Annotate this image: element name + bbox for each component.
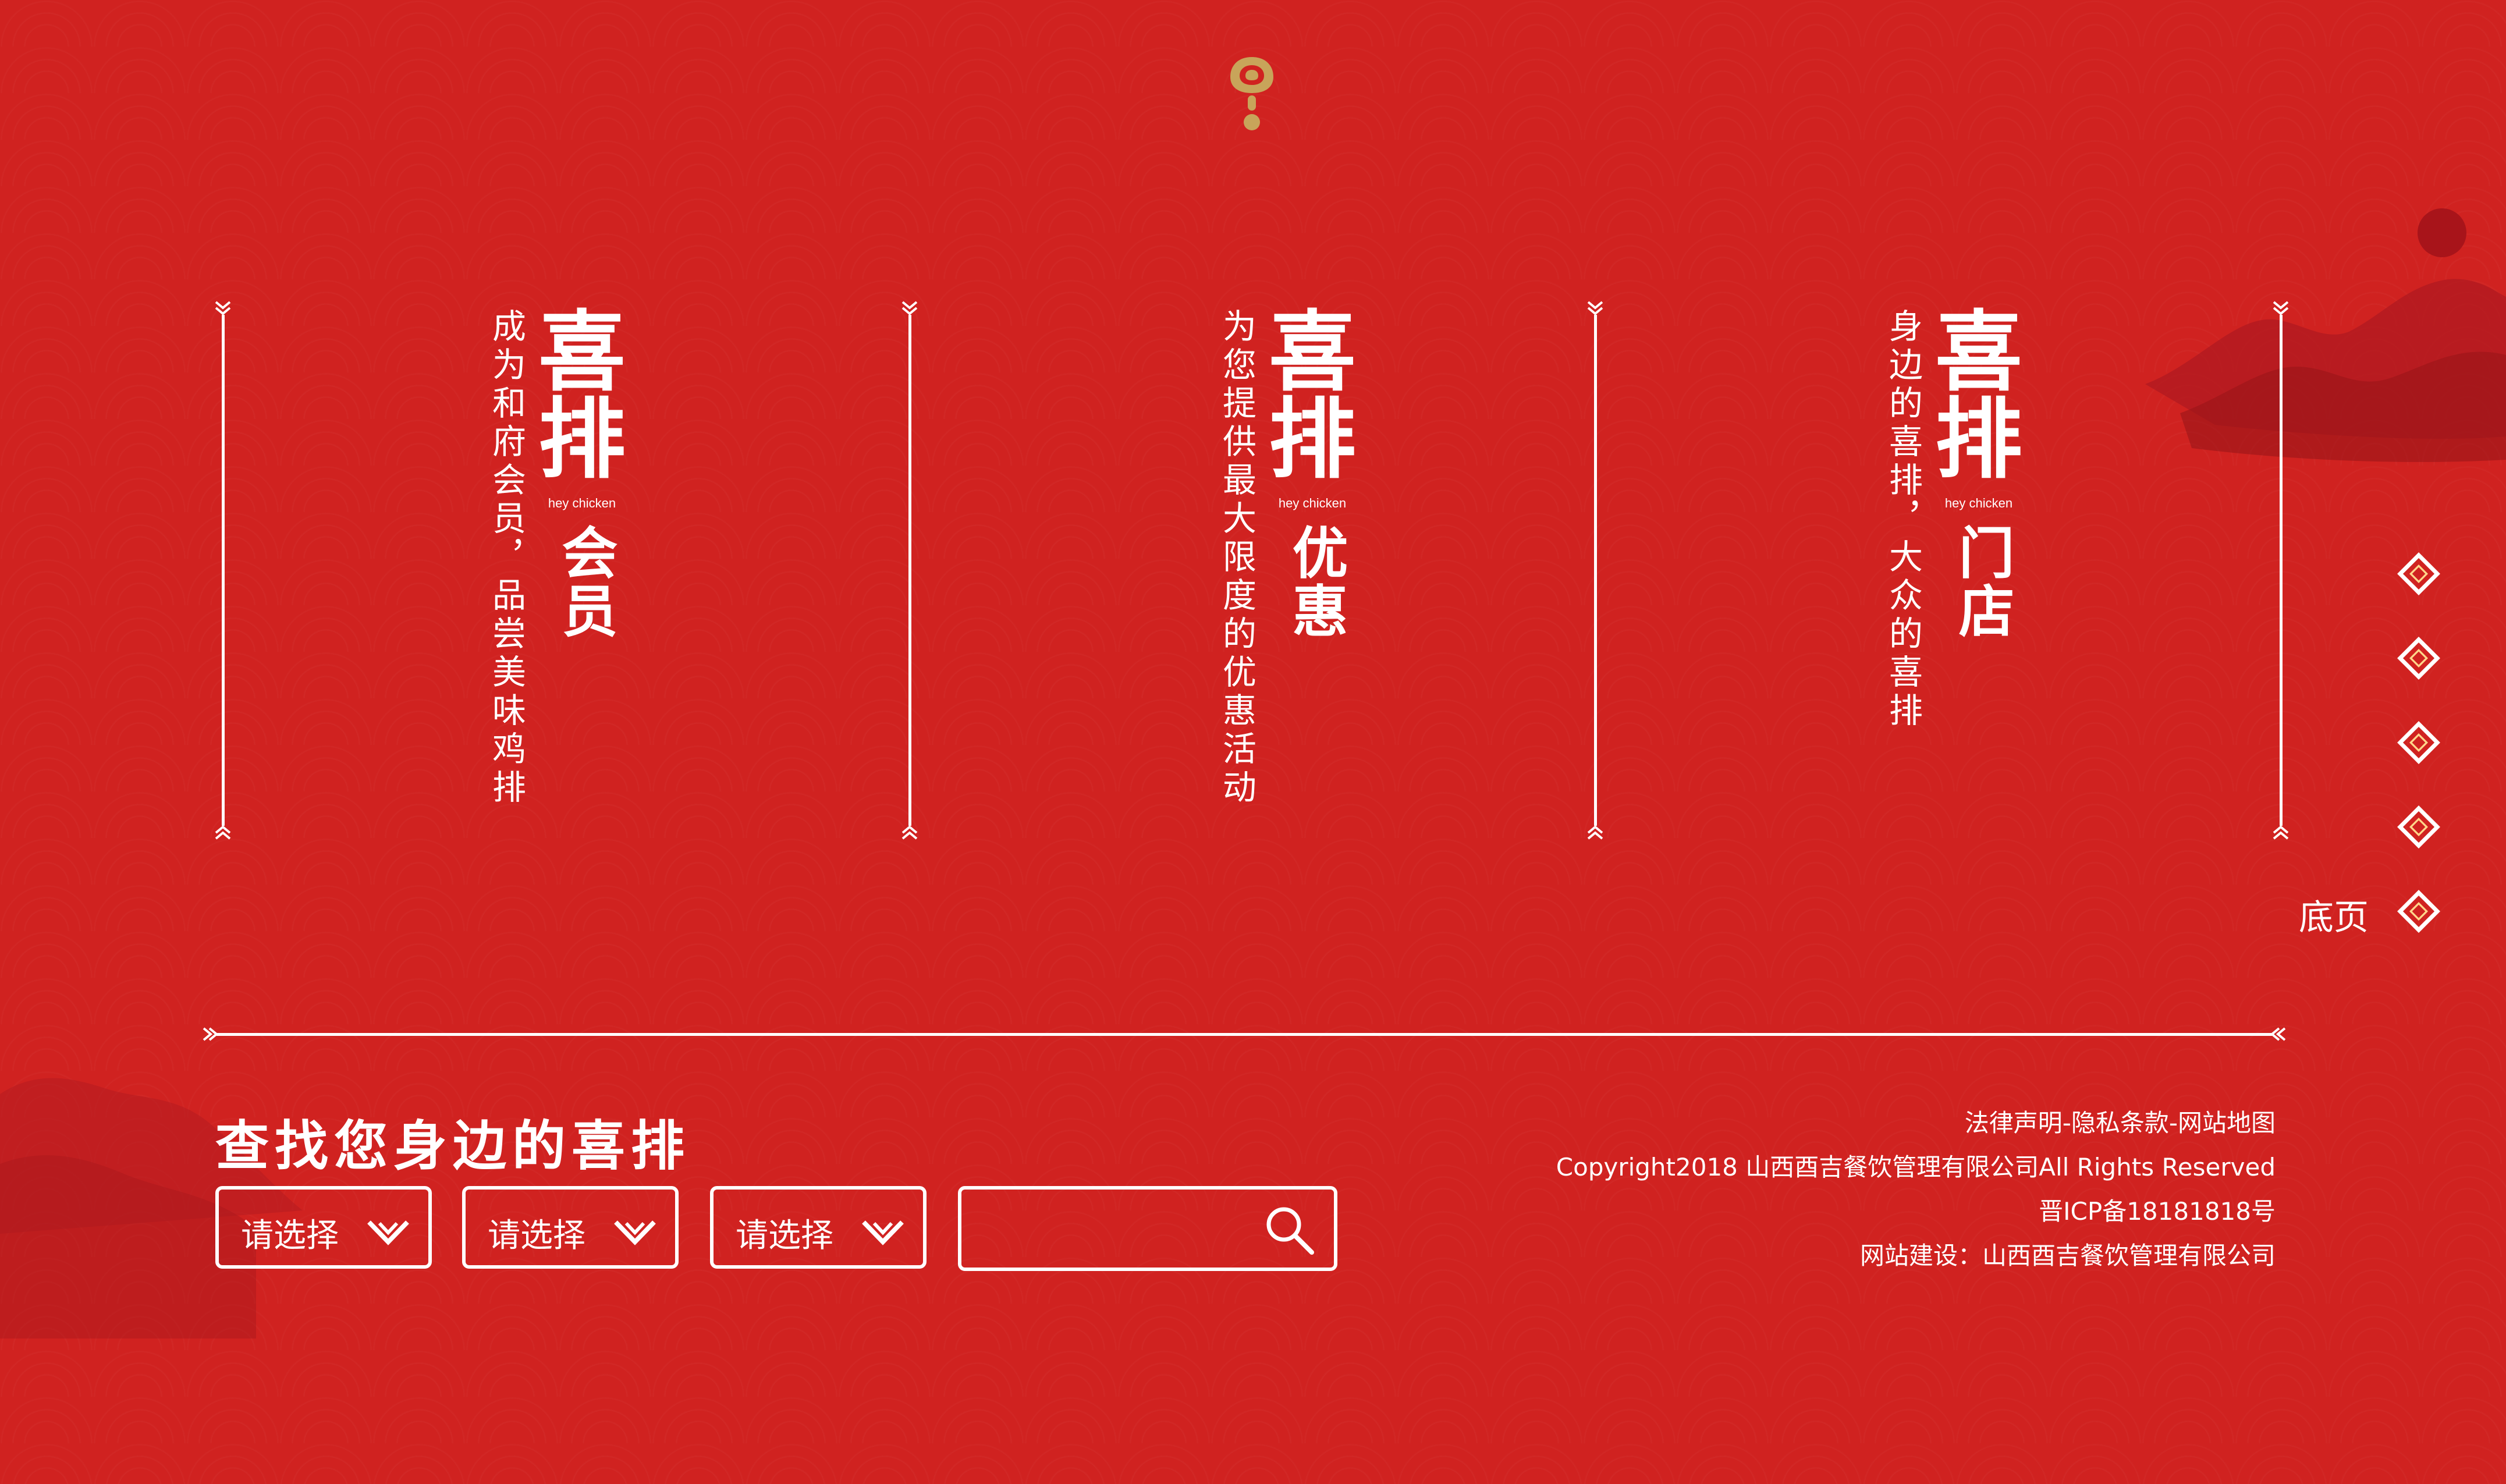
panel-title[interactable]: 会员 xyxy=(547,524,618,640)
brand-char: 喜 xyxy=(1268,301,1356,403)
store-search-title: 查找您身边的喜排 xyxy=(215,1114,691,1177)
ink-mountains-decoration xyxy=(2145,192,2506,518)
brand-mark: 喜 排 xyxy=(1266,308,1359,483)
diamond-icon xyxy=(2397,805,2440,848)
nav-dot-footer[interactable] xyxy=(2397,889,2441,933)
select-label: 请选择 xyxy=(736,1217,833,1255)
store-search-box[interactable] xyxy=(958,1186,1337,1271)
nav-dot-2[interactable] xyxy=(2397,636,2441,680)
search-icon[interactable] xyxy=(1263,1203,1316,1257)
panel-description: 成为和府会员，品尝美味鸡排 xyxy=(487,308,526,808)
copyright-text: Copyright2018 山西酉吉餐饮管理有限公司All Rights Res… xyxy=(1556,1153,2276,1181)
divider-line xyxy=(214,300,232,841)
brand-subtitle: hey chicken xyxy=(1278,496,1347,510)
brand-subtitle: hey chicken xyxy=(548,496,616,510)
nav-dot-3[interactable] xyxy=(2397,720,2441,765)
nav-dot-4[interactable] xyxy=(2397,805,2441,849)
brand-subtitle: hey chicken xyxy=(1944,496,2013,510)
city-select[interactable]: 请选择 xyxy=(462,1186,679,1269)
diamond-icon xyxy=(2397,890,2440,933)
panel-stores[interactable]: 身边的喜排，大众的喜排 喜 排 hey chicken 门店 xyxy=(1880,308,2089,832)
panel-offers[interactable]: 为您提供最大限度的优惠活动 喜 排 hey chicken 优惠 xyxy=(1213,308,1423,832)
brand-logo[interactable] xyxy=(1226,52,1278,134)
select-label: 请选择 xyxy=(241,1217,339,1255)
brand-char: 喜 xyxy=(538,301,626,403)
brand-char: 喜 xyxy=(1934,301,2022,403)
panel-description: 为您提供最大限度的优惠活动 xyxy=(1217,308,1256,808)
search-input[interactable] xyxy=(975,1201,1257,1258)
icp-license[interactable]: 晋ICP备18181818号 xyxy=(2039,1192,2276,1227)
nav-dot-1[interactable] xyxy=(2397,552,2441,596)
panel-member[interactable]: 成为和府会员，品尝美味鸡排 喜 排 hey chicken 会员 xyxy=(483,308,693,832)
divider-line xyxy=(2272,300,2290,841)
brand-mark: 喜 排 xyxy=(535,308,629,483)
divider-line xyxy=(1586,300,1604,841)
panel-title[interactable]: 优惠 xyxy=(1277,524,1348,640)
divider-line xyxy=(901,300,918,841)
brand-char: 排 xyxy=(1268,388,1356,491)
diamond-icon xyxy=(2397,721,2440,764)
province-select[interactable]: 请选择 xyxy=(215,1186,432,1269)
diamond-icon xyxy=(2397,637,2440,680)
horizontal-divider xyxy=(203,1026,2286,1042)
district-select[interactable]: 请选择 xyxy=(710,1186,927,1269)
diamond-icon xyxy=(2397,552,2440,595)
chevron-down-icon xyxy=(862,1220,904,1245)
chevron-down-icon xyxy=(614,1220,656,1245)
nav-label-footer[interactable]: 底页 xyxy=(2299,889,2369,940)
brand-mark: 喜 排 xyxy=(1932,308,2025,483)
footer-links[interactable]: 法律声明-隐私条款-网站地图 xyxy=(1965,1103,2276,1139)
select-label: 请选择 xyxy=(488,1217,585,1255)
site-builder-credit: 网站建设：山西酉吉餐饮管理有限公司 xyxy=(1859,1241,2276,1270)
chevron-down-icon xyxy=(367,1220,409,1245)
panel-title[interactable]: 门店 xyxy=(1944,524,2015,640)
brand-char: 排 xyxy=(538,388,626,491)
brand-char: 排 xyxy=(1934,388,2022,491)
panel-description: 身边的喜排，大众的喜排 xyxy=(1883,308,1923,731)
